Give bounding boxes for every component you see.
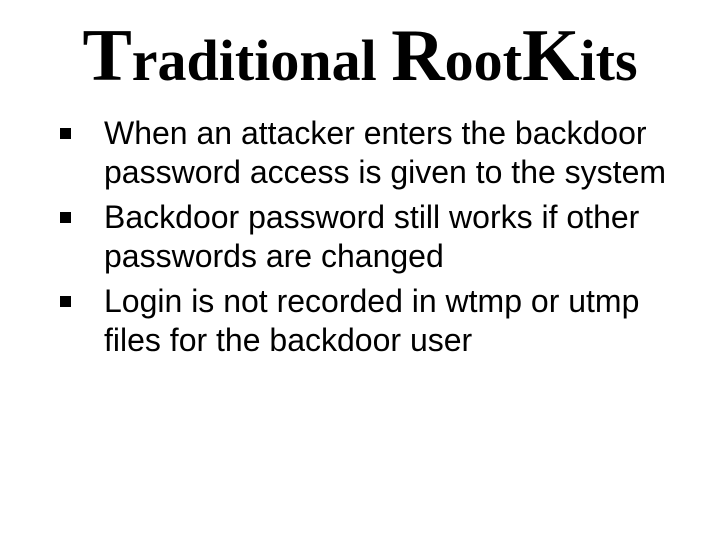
title-rest-2: oot bbox=[445, 28, 522, 93]
slide-title: Traditional RootKits bbox=[48, 18, 672, 96]
title-rest-1: raditional bbox=[132, 28, 377, 93]
square-bullet-icon bbox=[60, 128, 71, 139]
bullet-list: When an attacker enters the backdoor pas… bbox=[48, 114, 672, 360]
title-cap-1: T bbox=[82, 15, 131, 97]
square-bullet-icon bbox=[60, 296, 71, 307]
title-rest-3: its bbox=[580, 28, 638, 93]
bullet-text: When an attacker enters the backdoor pas… bbox=[104, 115, 666, 190]
square-bullet-icon bbox=[60, 212, 71, 223]
list-item: Backdoor password still works if other p… bbox=[58, 198, 666, 276]
slide: Traditional RootKits When an attacker en… bbox=[0, 0, 720, 540]
title-cap-3: K bbox=[522, 15, 580, 97]
list-item: Login is not recorded in wtmp or utmp fi… bbox=[58, 282, 666, 360]
bullet-text: Login is not recorded in wtmp or utmp fi… bbox=[104, 283, 639, 358]
bullet-text: Backdoor password still works if other p… bbox=[104, 199, 639, 274]
title-cap-2: R bbox=[391, 15, 444, 97]
list-item: When an attacker enters the backdoor pas… bbox=[58, 114, 666, 192]
